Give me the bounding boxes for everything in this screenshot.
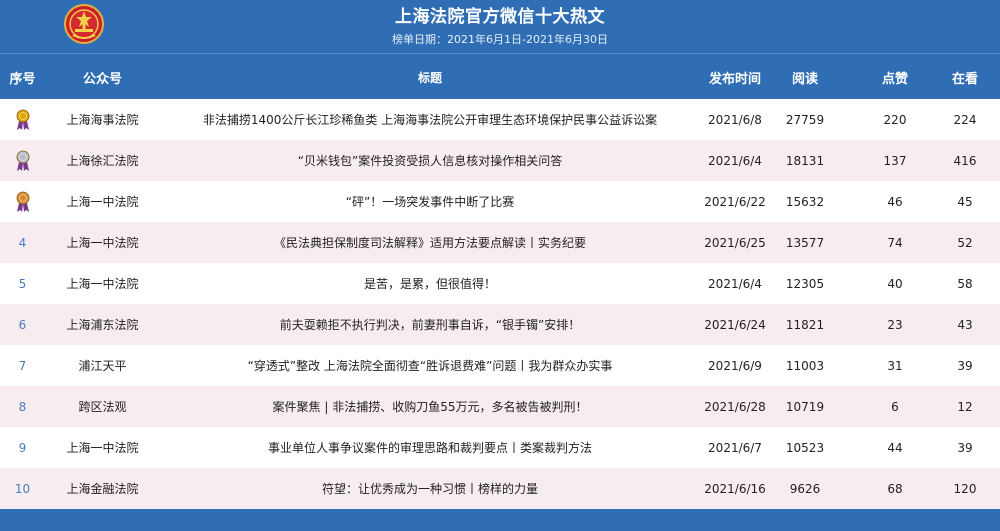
watching-count: 52 [957,235,973,250]
read-count: 10523 [785,440,825,455]
column-header-reads: 阅读 [791,71,818,87]
watching-count: 39 [957,358,973,373]
publish-date: 2021/6/28 [704,399,766,414]
gold-medal-icon [16,109,29,130]
article-title[interactable]: 非法捕捞1400公斤长江珍稀鱼类 上海海事法院公开审理生态环境保护民事公益诉讼案 [160,111,700,128]
like-count: 44 [887,440,903,455]
rank-medal-cell [0,191,45,213]
column-header-account: 公众号 [82,71,122,87]
table-row[interactable]: 7 浦江天平 “穿透式”整改 上海法院全面彻查“胜诉退费难”问题丨我为群众办实事 20… [0,345,1000,386]
account-name[interactable]: 上海金融法院 [45,480,160,497]
publish-date: 2021/6/8 [708,112,762,127]
like-count: 23 [887,317,903,332]
watching-count: 224 [953,112,977,127]
account-name[interactable]: 上海一中法院 [45,234,160,251]
article-title[interactable]: 案件聚焦 | 非法捕捞、收购刀鱼55万元，多名被告被判刑！ [160,398,700,415]
rank-number: 6 [18,317,27,332]
ranking-page: 上海法院官方微信十大热文 榜单日期：2021年6月1日-2021年6月30日 序… [0,0,1000,531]
table-row[interactable]: 5 上海一中法院 是苦，是累，但很值得！ 2021/6/4 12305 40 58 [0,263,1000,304]
table-header: 序号 公众号 标题 发布时间 阅读 点赞 在看 [0,53,1000,100]
silver-medal-icon [16,150,29,171]
read-count: 12305 [785,276,825,291]
rank-medal-cell [0,109,45,131]
like-count: 31 [887,358,903,373]
article-title[interactable]: “穿透式”整改 上海法院全面彻查“胜诉退费难”问题丨我为群众办实事 [160,357,700,374]
table-row[interactable]: 上海徐汇法院 “贝米钱包”案件投资受损人信息核对操作相关问答 2021/6/4 181… [0,140,1000,181]
watching-count: 416 [953,153,977,168]
title-banner: 上海法院官方微信十大热文 榜单日期：2021年6月1日-2021年6月30日 [0,0,1000,53]
table-row[interactable]: 8 跨区法观 案件聚焦 | 非法捕捞、收购刀鱼55万元，多名被告被判刑！ 2021/6… [0,386,1000,427]
table-row[interactable]: 上海海事法院 非法捕捞1400公斤长江珍稀鱼类 上海海事法院公开审理生态环境保护民… [0,99,1000,140]
publish-date: 2021/6/22 [704,194,766,209]
article-title[interactable]: 是苦，是累，但很值得！ [160,275,700,292]
table-row[interactable]: 6 上海浦东法院 前夫耍赖拒不执行判决，前妻刑事自诉，“银手镯”安排！ 2021/6/… [0,304,1000,345]
table-row[interactable]: 10 上海金融法院 符望：让优秀成为一种习惯丨榜样的力量 2021/6/16 9626 6… [0,468,1000,509]
account-name[interactable]: 上海一中法院 [45,439,160,456]
publish-date: 2021/6/4 [708,276,762,291]
article-title[interactable]: 前夫耍赖拒不执行判决，前妻刑事自诉，“银手镯”安排！ [160,316,700,333]
publish-date: 2021/6/9 [708,358,762,373]
rank-number: 5 [18,276,27,291]
column-header-likes: 点赞 [881,71,908,87]
watching-count: 45 [957,194,973,209]
account-name[interactable]: 上海徐汇法院 [45,152,160,169]
watching-count: 120 [953,481,977,496]
publish-date: 2021/6/7 [708,440,762,455]
read-count: 11821 [785,317,825,332]
account-name[interactable]: 上海浦东法院 [45,316,160,333]
table-body: 上海海事法院 非法捕捞1400公斤长江珍稀鱼类 上海海事法院公开审理生态环境保护民… [0,99,1000,509]
like-count: 220 [883,112,907,127]
article-title[interactable]: 《民法典担保制度司法解释》适用方法要点解读丨实务纪要 [160,234,700,251]
read-count: 11003 [785,358,825,373]
watching-count: 43 [957,317,973,332]
read-count: 27759 [785,112,825,127]
footer-bar [0,509,1000,531]
article-title[interactable]: 事业单位人事争议案件的审理思路和裁判要点丨类案裁判方法 [160,439,700,456]
read-count: 10719 [785,399,825,414]
account-name[interactable]: 上海一中法院 [45,275,160,292]
table-row[interactable]: 4 上海一中法院 《民法典担保制度司法解释》适用方法要点解读丨实务纪要 2021/6/… [0,222,1000,263]
column-header-rank: 序号 [9,71,36,87]
read-count: 13577 [785,235,825,250]
publish-date: 2021/6/24 [704,317,766,332]
like-count: 46 [887,194,903,209]
rank-number: 8 [18,399,27,414]
account-name[interactable]: 浦江天平 [45,357,160,374]
like-count: 40 [887,276,903,291]
read-count: 9626 [789,481,821,496]
bronze-medal-icon [16,191,29,212]
like-count: 68 [887,481,903,496]
rank-number: 9 [18,440,27,455]
date-range: 榜单日期：2021年6月1日-2021年6月30日 [392,33,608,46]
column-header-watching: 在看 [951,71,978,87]
like-count: 137 [883,153,907,168]
read-count: 18131 [785,153,825,168]
table-row[interactable]: 上海一中法院 “砰”！一场突发事件中断了比赛 2021/6/22 15632 46 45 [0,181,1000,222]
read-count: 15632 [785,194,825,209]
column-header-date: 发布时间 [708,71,761,87]
publish-date: 2021/6/4 [708,153,762,168]
page-title: 上海法院官方微信十大热文 [395,7,605,27]
rank-number: 10 [14,481,31,496]
watching-count: 58 [957,276,973,291]
account-name[interactable]: 上海一中法院 [45,193,160,210]
column-header-title: 标题 [417,70,442,85]
article-title[interactable]: “贝米钱包”案件投资受损人信息核对操作相关问答 [160,152,700,169]
table-row[interactable]: 9 上海一中法院 事业单位人事争议案件的审理思路和裁判要点丨类案裁判方法 2021/6… [0,427,1000,468]
account-name[interactable]: 上海海事法院 [45,111,160,128]
account-name[interactable]: 跨区法观 [45,398,160,415]
like-count: 6 [891,399,899,414]
watching-count: 39 [957,440,973,455]
article-title[interactable]: 符望：让优秀成为一种习惯丨榜样的力量 [160,480,700,497]
rank-number: 4 [18,235,27,250]
like-count: 74 [887,235,903,250]
article-title[interactable]: “砰”！一场突发事件中断了比赛 [160,193,700,210]
publish-date: 2021/6/16 [704,481,766,496]
publish-date: 2021/6/25 [704,235,766,250]
rank-number: 7 [18,358,27,373]
watching-count: 12 [957,399,973,414]
rank-medal-cell [0,150,45,172]
